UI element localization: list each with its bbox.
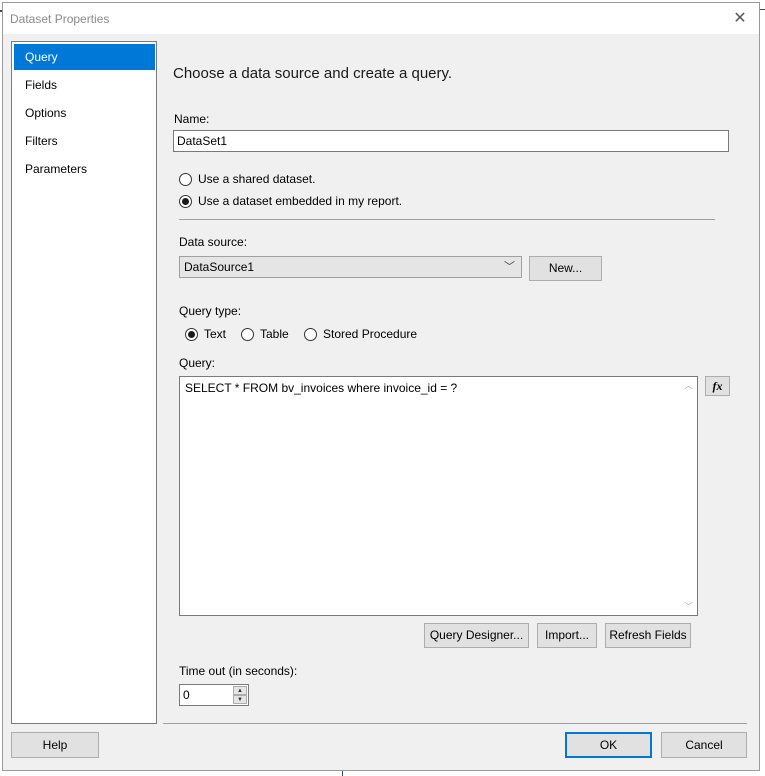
query-type-stored-procedure-radio[interactable]	[304, 327, 317, 341]
title-bar: Dataset Properties ✕	[3, 3, 759, 34]
embedded-dataset-label: Use a dataset embedded in my report.	[198, 194, 403, 208]
cancel-button[interactable]: Cancel	[661, 732, 747, 758]
footer-divider	[163, 723, 747, 724]
name-label: Name:	[174, 112, 210, 126]
help-button[interactable]: Help	[11, 732, 99, 758]
sidebar-item-fields[interactable]: Fields	[14, 72, 155, 98]
query-type-stored-procedure-option[interactable]: Stored Procedure	[304, 326, 417, 342]
background-window-edge-bottom	[342, 771, 343, 776]
sidebar-item-query[interactable]: Query	[14, 44, 155, 70]
chevron-down-icon: ﹀	[504, 261, 515, 273]
query-editor[interactable]: SELECT * FROM bv_invoices where invoice_…	[179, 376, 698, 616]
data-source-label: Data source:	[179, 235, 248, 249]
query-type-table-option[interactable]: Table	[241, 326, 289, 342]
spin-down-icon[interactable]: ▼	[233, 695, 247, 704]
shared-dataset-option[interactable]: Use a shared dataset.	[179, 171, 315, 187]
timeout-spin-buttons: ▲ ▼	[233, 686, 247, 704]
query-type-text-radio[interactable]	[185, 327, 198, 341]
import-button[interactable]: Import...	[537, 623, 597, 648]
close-icon[interactable]: ✕	[729, 8, 751, 30]
query-type-table-radio[interactable]	[241, 327, 254, 341]
query-type-text-label: Text	[204, 327, 227, 341]
query-label: Query:	[179, 356, 216, 370]
timeout-stepper[interactable]: 0 ▲ ▼	[179, 684, 249, 706]
dataset-properties-dialog: Dataset Properties ✕ Query Fields Option…	[2, 2, 760, 771]
window-title: Dataset Properties	[10, 12, 110, 26]
embedded-dataset-option[interactable]: Use a dataset embedded in my report.	[179, 193, 402, 209]
spin-up-icon[interactable]: ▲	[233, 686, 247, 695]
sidebar-item-filters[interactable]: Filters	[14, 128, 155, 154]
shared-dataset-label: Use a shared dataset.	[198, 172, 316, 186]
query-panel: Choose a data source and create a query.…	[163, 34, 759, 770]
sidebar-item-options[interactable]: Options	[14, 100, 155, 126]
query-type-text-option[interactable]: Text	[185, 326, 226, 342]
query-designer-button[interactable]: Query Designer...	[424, 623, 529, 648]
expression-fx-icon[interactable]: fx	[705, 376, 730, 396]
page-title: Choose a data source and create a query.	[173, 65, 453, 82]
sidebar-item-parameters[interactable]: Parameters	[14, 156, 155, 182]
query-type-stored-procedure-label: Stored Procedure	[323, 327, 418, 341]
data-source-value: DataSource1	[184, 260, 255, 274]
background-window-edge-right	[760, 9, 765, 10]
scroll-down-icon[interactable]: ﹀	[681, 599, 696, 614]
name-field[interactable]	[173, 130, 729, 152]
timeout-label: Time out (in seconds):	[179, 664, 298, 678]
shared-dataset-radio[interactable]	[179, 172, 192, 186]
new-data-source-button[interactable]: New...	[529, 256, 602, 281]
scroll-up-icon[interactable]: ︿	[681, 378, 696, 393]
data-source-dropdown[interactable]: DataSource1 ﹀	[179, 256, 522, 278]
query-text[interactable]: SELECT * FROM bv_invoices where invoice_…	[185, 381, 457, 395]
sidebar-nav: Query Fields Options Filters Parameters	[11, 41, 157, 724]
query-scrollbar[interactable]: ︿ ﹀	[681, 378, 696, 614]
section-divider	[179, 219, 715, 220]
timeout-value[interactable]: 0	[183, 688, 190, 702]
ok-button[interactable]: OK	[565, 732, 652, 758]
embedded-dataset-radio[interactable]	[179, 194, 192, 208]
refresh-fields-button[interactable]: Refresh Fields	[605, 623, 691, 648]
query-type-label: Query type:	[179, 304, 242, 318]
query-type-table-label: Table	[260, 327, 289, 341]
